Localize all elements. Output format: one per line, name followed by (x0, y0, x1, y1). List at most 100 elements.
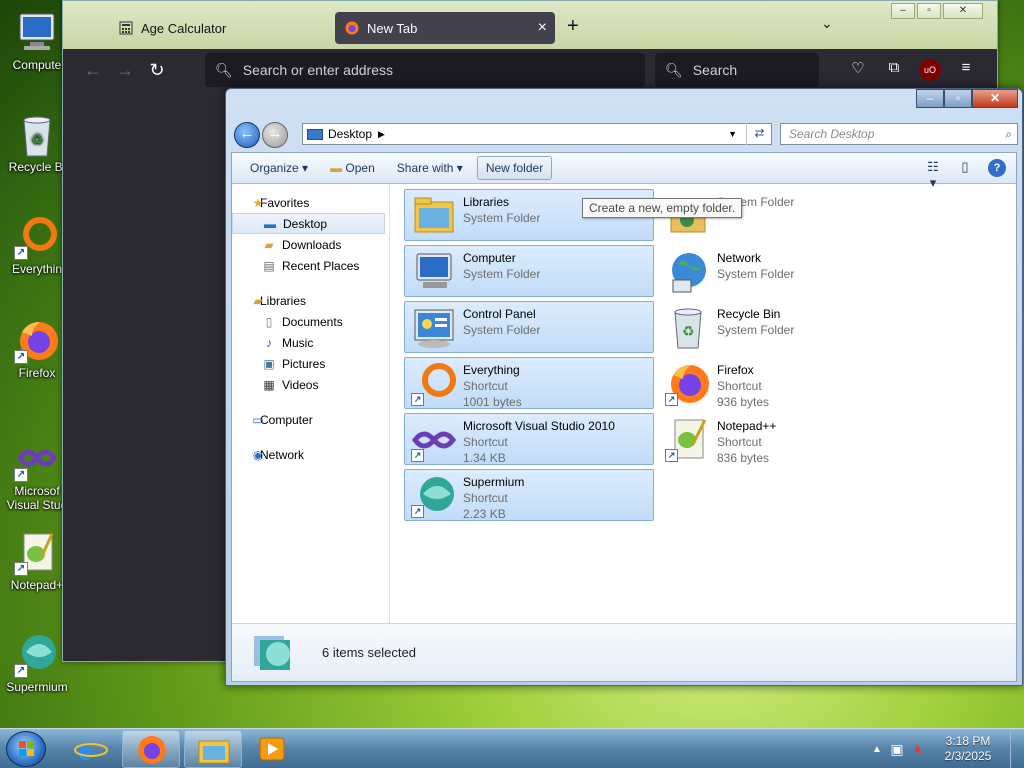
windows-logo-icon (19, 741, 34, 756)
nav-libraries[interactable]: ▰ Libraries (232, 290, 389, 311)
forward-button[interactable]: → (109, 60, 141, 81)
back-button[interactable]: ← (234, 122, 260, 148)
videos-icon: ▦ (263, 377, 275, 392)
item-recycle-bin[interactable]: ♻ Recycle Bin System Folder (658, 301, 908, 353)
item-size: 936 bytes (717, 395, 770, 409)
taskbar-internet-explorer[interactable]: e (62, 730, 120, 768)
breadcrumb-arrow-icon[interactable]: ▶ (378, 129, 385, 140)
preview-pane-icon[interactable]: ▯ (956, 159, 974, 177)
recent-places-icon: ▤ (263, 258, 275, 273)
tab-new-tab[interactable]: New Tab × (335, 12, 555, 44)
visual-studio-icon: ↗ (411, 418, 457, 462)
nav-pictures[interactable]: ▣ Pictures (232, 353, 389, 374)
item-everything[interactable]: ↗ Everything Shortcut 1001 bytes (404, 357, 654, 409)
item-type: System Folder (463, 267, 541, 281)
shortcut-arrow-icon: ↗ (665, 449, 678, 462)
network-status-icon[interactable]: ▣ (886, 741, 908, 758)
tab-label: Age Calculator (141, 20, 227, 36)
taskbar-media-player[interactable] (244, 730, 302, 768)
start-button[interactable] (6, 731, 46, 767)
show-desktop-button[interactable] (1010, 729, 1024, 768)
organize-button[interactable]: Organize ▾ (242, 157, 316, 179)
desktop-icon-everything[interactable]: ↗ Everythin (4, 214, 70, 276)
maximize-button[interactable]: ▫ (944, 89, 972, 108)
tab-age-calculator[interactable]: Age Calculator (109, 12, 331, 44)
item-visual-studio[interactable]: ↗ Microsoft Visual Studio 2010 Shortcut 1.… (404, 413, 654, 465)
address-bar[interactable]: Desktop ▶ ▼ (302, 123, 772, 145)
nav-computer[interactable]: ▭ Computer (232, 409, 389, 430)
taskbar-firefox[interactable] (122, 730, 180, 768)
refresh-button[interactable]: ⇄ (746, 123, 772, 145)
everything-icon: ↗ (411, 362, 457, 406)
address-dropdown-icon[interactable]: ▼ (728, 129, 737, 139)
volume-muted-icon[interactable]: 🔇︎ (908, 741, 930, 758)
desktop-icon-label: Firefox (18, 366, 56, 380)
svg-text:e: e (78, 734, 91, 767)
new-tab-button[interactable]: + (567, 15, 579, 38)
explorer-body: Organize ▾ ▬ Open Share with ▾ New folde… (231, 152, 1017, 682)
pictures-icon: ▣ (263, 356, 275, 371)
reload-button[interactable]: ↻ (141, 60, 173, 81)
taskbar-explorer[interactable] (184, 730, 242, 768)
desktop-icon-visual-studio[interactable]: ↗ Microsof Visual Stud (4, 436, 70, 512)
item-control-panel[interactable]: Control Panel System Folder (404, 301, 654, 353)
item-type: Shortcut (717, 379, 762, 393)
nav-label: Pictures (282, 356, 326, 371)
item-supermium[interactable]: ↗ Supermium Shortcut 2.23 KB (404, 469, 654, 521)
folder-open-icon: ▬ (330, 161, 343, 175)
desktop-icon-recycle-bin[interactable]: ♻ Recycle Bi (4, 112, 70, 174)
maximize-button[interactable]: ▫ (917, 3, 941, 19)
address-text: Desktop (328, 127, 373, 141)
search-input[interactable]: Search Desktop ⌕ (780, 123, 1018, 145)
address-bar[interactable]: 🔍︎ Search or enter address (205, 53, 645, 87)
search-icon[interactable]: ⌕ (1005, 124, 1012, 144)
nav-desktop[interactable]: ▬ Desktop (232, 213, 385, 234)
search-bar[interactable]: 🔍︎ Search (655, 53, 819, 87)
supermium-icon: ↗ (411, 474, 457, 518)
nav-music[interactable]: ♪ Music (232, 332, 389, 353)
desktop-icon-notepad-plus-plus[interactable]: ↗ Notepad+ (4, 530, 70, 592)
item-notepad-plus-plus[interactable]: ↗ Notepad++ Shortcut 836 bytes (658, 413, 908, 465)
open-button[interactable]: ▬ Open (322, 157, 383, 179)
minimize-button[interactable]: – (891, 3, 915, 19)
extensions-icon[interactable]: ⧉ (883, 59, 905, 81)
item-network[interactable]: Network System Folder (658, 245, 908, 297)
list-all-tabs-button[interactable]: ⌄ (821, 15, 833, 32)
close-tab-icon[interactable]: × (538, 19, 547, 37)
nav-label: Computer (260, 412, 313, 427)
desktop-icon-firefox[interactable]: ↗ Firefox (4, 318, 70, 380)
firefox-icon: ↗ (14, 318, 60, 364)
nav-network[interactable]: ◉ Network (232, 444, 389, 465)
minimize-button[interactable]: – (916, 89, 944, 108)
nav-recent-places[interactable]: ▤ Recent Places (232, 255, 389, 276)
computer-icon (14, 10, 60, 56)
nav-documents[interactable]: ▯ Documents (232, 311, 389, 332)
close-button[interactable]: ✕ (943, 3, 983, 19)
change-view-icon[interactable]: ☷ ▾ (924, 159, 942, 190)
libraries-icon (411, 194, 457, 238)
share-with-button[interactable]: Share with ▾ (389, 157, 471, 179)
item-firefox[interactable]: ↗ Firefox Shortcut 936 bytes (658, 357, 908, 409)
ublock-origin-icon[interactable]: uO (919, 59, 941, 81)
nav-favorites[interactable]: ★ Favorites (232, 192, 389, 213)
close-button[interactable]: ✕ (972, 89, 1018, 108)
firefox-toolbar: ← → ↻ 🔍︎ Search or enter address 🔍︎ Sear… (63, 49, 997, 91)
address-placeholder: Search or enter address (242, 62, 393, 78)
desktop-icon-label: Compute (12, 58, 62, 72)
shortcut-arrow-icon: ↗ (411, 393, 424, 406)
shortcut-arrow-icon: ↗ (411, 505, 424, 518)
help-icon[interactable]: ? (988, 159, 1006, 177)
show-hidden-icons-icon[interactable]: ▲ (868, 744, 886, 755)
desktop-icon-supermium[interactable]: ↗ Supermium (4, 632, 70, 694)
item-computer[interactable]: Computer System Folder (404, 245, 654, 297)
menu-icon[interactable]: ≡ (955, 59, 977, 81)
desktop-icon-computer[interactable]: Compute (4, 10, 70, 72)
clock[interactable]: 3:18 PM 2/3/2025 (930, 734, 1006, 764)
forward-button[interactable]: → (262, 122, 288, 148)
nav-downloads[interactable]: ▰ Downloads (232, 234, 389, 255)
back-button[interactable]: ← (77, 60, 109, 81)
new-folder-button[interactable]: New folder (476, 156, 553, 180)
nav-videos[interactable]: ▦ Videos (232, 374, 389, 395)
item-type: Shortcut (717, 435, 762, 449)
pocket-icon[interactable]: ♡ (847, 59, 869, 81)
